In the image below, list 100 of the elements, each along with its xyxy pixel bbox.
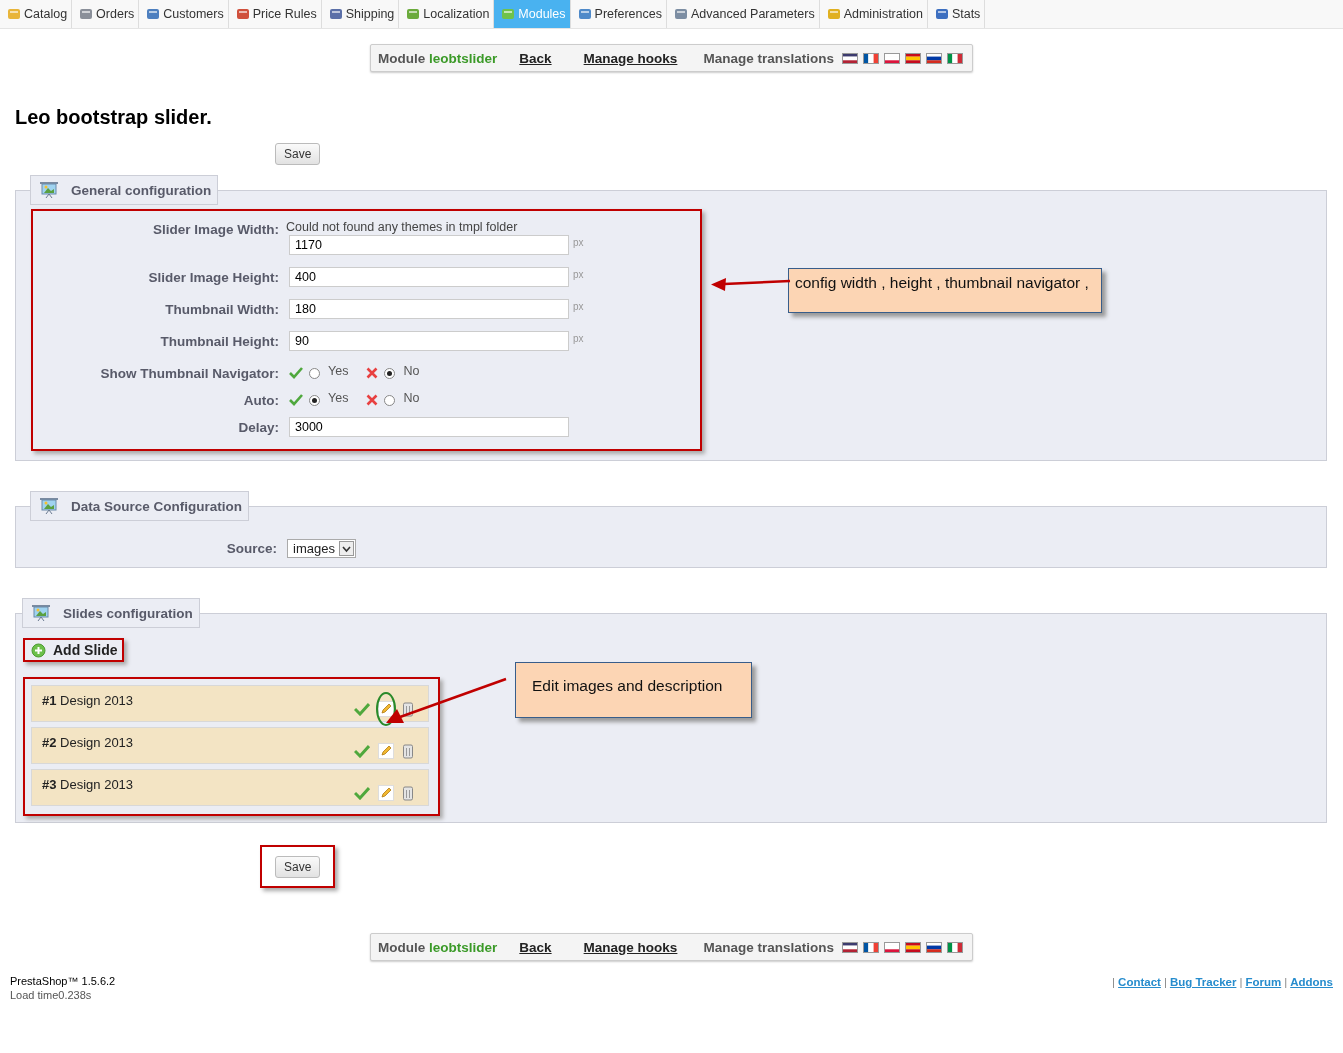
manage-translations-label: Manage translations xyxy=(703,50,834,66)
load-time-text: Load time0.238s xyxy=(10,989,93,1001)
square-icon xyxy=(7,7,21,21)
radio-button[interactable] xyxy=(384,394,396,406)
flag-icon[interactable] xyxy=(841,52,858,64)
check-icon xyxy=(289,394,303,406)
trash-icon[interactable] xyxy=(402,700,414,717)
flag-icon[interactable] xyxy=(925,52,942,64)
input-field[interactable]: 400 xyxy=(289,267,569,287)
version-text: PrestaShop™ 1.5.6.2 xyxy=(10,975,116,987)
unit-label: px xyxy=(573,300,584,312)
add-slide-link[interactable]: Add Slide xyxy=(23,638,124,662)
pencil-icon[interactable] xyxy=(378,742,394,759)
unit-label: px xyxy=(573,332,584,344)
pencil-icon[interactable] xyxy=(378,700,394,717)
radio-button[interactable] xyxy=(309,367,320,379)
trash-icon[interactable] xyxy=(402,742,414,759)
square-icon xyxy=(934,7,949,21)
square-icon xyxy=(235,7,250,21)
square-icon xyxy=(577,7,592,21)
flag-icon[interactable] xyxy=(862,52,879,64)
field-label: Auto: xyxy=(242,392,279,408)
module-label: Module leobtslider xyxy=(378,939,498,955)
flag-icon[interactable] xyxy=(883,941,900,953)
slide-row[interactable]: #3 Design 2013 xyxy=(31,769,429,806)
check-icon[interactable] xyxy=(354,701,370,716)
footer-link[interactable]: Bug Tracker xyxy=(1169,976,1237,1001)
callout-note: config width , height , thumbnail navigator , xyxy=(788,268,1102,313)
square-icon xyxy=(79,7,94,21)
field-label: Slider Image Width: xyxy=(152,221,279,237)
footer-link[interactable]: Contact xyxy=(1118,976,1161,1001)
section-title: Data Source Configuration xyxy=(71,498,242,514)
slide-title: #3 Design 2013 xyxy=(42,777,134,792)
menu-tab[interactable]: Orders xyxy=(72,0,140,28)
separator-text: | xyxy=(1239,976,1243,990)
manage-hooks-link[interactable]: Manage hooks xyxy=(583,50,678,66)
check-icon[interactable] xyxy=(354,743,370,758)
square-icon xyxy=(674,7,688,21)
square-icon xyxy=(328,7,343,21)
flag-icon[interactable] xyxy=(904,52,921,64)
check-icon[interactable] xyxy=(354,785,370,800)
square-icon xyxy=(406,7,421,21)
slide-row[interactable]: #2 Design 2013 xyxy=(31,727,429,764)
menu-tab[interactable]: Catalog xyxy=(0,0,73,28)
trash-icon[interactable] xyxy=(402,784,414,801)
unit-label: px xyxy=(573,268,584,280)
menu-tab[interactable]: Stats xyxy=(927,0,986,28)
section-title: General configuration xyxy=(71,182,212,198)
square-icon xyxy=(501,7,516,21)
input-field[interactable]: 3000 xyxy=(289,417,569,437)
field-label: Delay: xyxy=(237,419,279,435)
easel-icon xyxy=(39,181,59,199)
easel-icon xyxy=(31,604,51,622)
field-note: Could not found any themes in tmpl folder xyxy=(286,220,519,234)
unit-label: px xyxy=(573,236,584,248)
field-label: Thumbnail Height: xyxy=(159,333,279,349)
plus-icon xyxy=(31,642,46,658)
field-label: Slider Image Height: xyxy=(147,269,279,285)
input-field[interactable]: 90 xyxy=(289,331,569,351)
section-title: Slides configuration xyxy=(63,605,193,621)
save-button[interactable]: Save xyxy=(275,143,321,165)
flag-icon[interactable] xyxy=(883,52,900,64)
menu-tab[interactable]: Administration xyxy=(819,0,928,28)
callout-note: Edit images and description xyxy=(515,662,752,718)
radio-label: No xyxy=(403,364,420,378)
field-label: Thumbnail Width: xyxy=(164,301,279,317)
menu-tab[interactable]: Price Rules xyxy=(228,0,322,28)
flag-icon[interactable] xyxy=(862,941,879,953)
menu-tab[interactable]: Advanced Parameters xyxy=(667,0,820,28)
input-field[interactable]: 180 xyxy=(289,299,569,319)
back-link[interactable]: Back xyxy=(519,50,552,66)
input-field[interactable]: 1170 xyxy=(289,235,569,255)
slide-title: #2 Design 2013 xyxy=(42,735,134,750)
radio-button[interactable] xyxy=(384,367,396,379)
source-select[interactable]: images xyxy=(287,539,356,558)
easel-icon xyxy=(39,497,59,515)
square-icon xyxy=(826,7,841,21)
menu-tab[interactable]: Shipping xyxy=(321,0,400,28)
flag-icon[interactable] xyxy=(925,941,942,953)
save-button[interactable]: Save xyxy=(275,856,321,878)
flag-icon[interactable] xyxy=(904,941,921,953)
menu-tab[interactable]: Customers xyxy=(139,0,229,28)
menu-tab[interactable]: Preferences xyxy=(570,0,667,28)
manage-translations-label: Manage translations xyxy=(703,939,834,955)
flag-icon[interactable] xyxy=(946,941,963,953)
footer-link[interactable]: Addons xyxy=(1290,976,1333,1001)
field-label: Source: xyxy=(225,541,277,556)
manage-hooks-link[interactable]: Manage hooks xyxy=(583,939,678,955)
square-icon xyxy=(146,7,161,21)
flag-icon[interactable] xyxy=(841,941,858,953)
pencil-icon[interactable] xyxy=(378,784,394,801)
back-link[interactable]: Back xyxy=(519,939,552,955)
footer-link[interactable]: Forum xyxy=(1245,976,1282,1001)
flag-icon[interactable] xyxy=(946,52,963,64)
check-icon xyxy=(289,367,303,379)
cross-icon xyxy=(366,394,379,406)
module-label: Module leobtslider xyxy=(378,50,498,66)
dropdown-icon xyxy=(338,541,354,556)
radio-button[interactable] xyxy=(309,394,320,406)
slide-title: #1 Design 2013 xyxy=(42,693,134,708)
